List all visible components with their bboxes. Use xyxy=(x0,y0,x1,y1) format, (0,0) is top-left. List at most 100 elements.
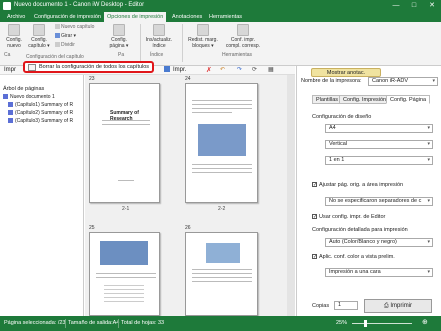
text-line xyxy=(192,273,252,274)
page-thumbnail[interactable] xyxy=(185,83,258,203)
refresh-icon[interactable]: ⟳ xyxy=(252,66,257,73)
minimize-button[interactable]: — xyxy=(387,0,405,12)
grid-icon[interactable]: ▦ xyxy=(268,66,274,73)
redistribuir-button[interactable]: Redist. marg. bloques ▾ xyxy=(186,24,220,49)
tree-item-chapter1[interactable]: (Capítulo1) Summary of R xyxy=(8,102,73,108)
imprimir-button[interactable]: ⎙ Imprimir xyxy=(364,299,432,313)
photo-image xyxy=(206,243,240,263)
tab-anotaciones[interactable]: Anotaciones xyxy=(169,12,205,22)
page-number: 26 xyxy=(185,225,191,231)
clear-chapter-icon xyxy=(28,64,36,71)
zoom-slider[interactable] xyxy=(352,323,412,324)
page-thumbnails-area: 23 Summary of Research 2-1 24 2-2 25 26 xyxy=(85,75,295,316)
printer-select[interactable]: Canon iR-ADV ▾ xyxy=(368,77,438,86)
annotations-toggle[interactable]: Mostrar anotac. xyxy=(311,68,381,77)
page-label: 2-1 xyxy=(122,206,130,212)
tab-herramientas[interactable]: Herramientas xyxy=(206,12,245,22)
rotate-icon xyxy=(55,33,60,39)
printer-label: Nombre de la impresora: xyxy=(301,78,362,84)
ajustar-checkbox[interactable]: ✓ Ajustar pág. orig. a área impresión xyxy=(312,182,403,188)
mostrar-anotac-button[interactable]: Mostrar anotac. xyxy=(311,68,381,77)
conf-impr-button[interactable]: Conf. impr. compl. corresp. xyxy=(224,24,262,49)
page-number: 24 xyxy=(185,76,191,82)
chapter-group-label: Configuración del capítulo xyxy=(26,54,84,60)
print-icon[interactable] xyxy=(164,66,170,72)
checkbox-checked-icon: ✓ xyxy=(312,182,318,189)
zoom-in-icon[interactable]: ⊕ xyxy=(422,318,428,326)
layout-select[interactable]: 1 en 1 ▾ xyxy=(325,156,433,165)
text-line xyxy=(192,112,232,113)
chapter-icon xyxy=(8,118,13,124)
table-image xyxy=(104,285,144,303)
split-icon xyxy=(55,42,60,48)
page-number: 23 xyxy=(89,76,95,82)
tab-plantillas[interactable]: Plantillas xyxy=(312,95,343,104)
page-thumbnail[interactable] xyxy=(89,232,160,316)
ribbon-separator xyxy=(140,24,141,62)
zoom-slider-handle[interactable] xyxy=(364,320,367,327)
status-total-sheets: Total de hojas: 33 xyxy=(121,320,165,326)
config-capitulo-button[interactable]: Config. capítulo ▾ xyxy=(26,24,52,49)
tab-configuracion-impresion[interactable]: Configuración de impresión xyxy=(31,12,104,22)
config-nuevo-icon xyxy=(8,24,20,36)
undo-icon[interactable]: ↶ xyxy=(220,66,225,73)
close-button[interactable]: ✕ xyxy=(423,0,441,12)
config-pagina-button[interactable]: Config. página ▾ xyxy=(104,24,134,49)
tab-config-pagina[interactable]: Config. Página xyxy=(386,95,431,104)
page-thumbnail[interactable] xyxy=(185,232,258,316)
girar-button[interactable]: Girar ▾ xyxy=(55,33,76,39)
usar-config-checkbox[interactable]: ✓ Usar config. impr. de Editor xyxy=(312,214,385,220)
app-icon xyxy=(3,2,11,10)
tooltip-text: Borrar la configuración de todos los cap… xyxy=(39,64,150,70)
aplic-color-checkbox[interactable]: ✓ Aplic. conf. color a vista prelim. xyxy=(312,254,395,260)
page-settings-icon xyxy=(113,24,125,36)
text-line xyxy=(192,168,252,169)
ca-group-label: Ca xyxy=(4,52,11,58)
vertical-scrollbar[interactable] xyxy=(287,75,295,316)
pa-group-label: Pa xyxy=(118,52,125,58)
maximize-button[interactable]: □ xyxy=(405,0,423,12)
impr-button[interactable]: Impr. xyxy=(173,67,186,73)
page-number: 25 xyxy=(89,225,95,231)
chevron-down-icon: ▾ xyxy=(427,198,430,204)
tree-root[interactable]: Nuevo documento 1 xyxy=(3,94,55,100)
dividir-button[interactable]: Dividir xyxy=(55,42,75,48)
text-line xyxy=(102,120,150,121)
design-label: Configuración de diseño xyxy=(312,114,372,120)
redo-icon[interactable]: ↷ xyxy=(237,66,242,73)
impr-label[interactable]: Impr xyxy=(4,67,16,73)
delete-icon[interactable]: ✗ xyxy=(206,66,212,74)
nuevo-capitulo-button[interactable]: Nuevo capítulo xyxy=(55,24,94,30)
sides-select[interactable]: Impresión a una cara ▾ xyxy=(325,268,433,277)
photo-image xyxy=(100,241,148,265)
chapter-settings-icon xyxy=(33,24,45,36)
zoom-level: 25% xyxy=(336,320,348,326)
tree-item-chapter3[interactable]: (Capítulo3) Summary of R xyxy=(8,118,73,124)
config-nuevo-button[interactable]: Config. nuevo xyxy=(3,24,25,49)
nuevo-capitulo-icon xyxy=(55,24,60,30)
chevron-down-icon: ▾ xyxy=(427,269,430,275)
chapter-icon xyxy=(8,102,13,108)
tree-item-chapter2[interactable]: (Capítulo2) Summary of R xyxy=(8,110,73,116)
tab-archivo[interactable]: Archivo xyxy=(4,12,28,22)
insertar-indice-button[interactable]: Ins/actualiz. índice xyxy=(142,24,176,49)
page-tree-pane: Árbol de páginas Nuevo documento 1 (Capí… xyxy=(0,75,84,316)
separadores-select[interactable]: No se especificaron separadores de c ▾ xyxy=(325,197,433,206)
tree-title: Árbol de páginas xyxy=(3,86,45,92)
copies-input[interactable]: 1 xyxy=(334,301,358,310)
status-selected-page: Página seleccionada: /23 xyxy=(4,320,66,326)
text-line xyxy=(118,180,134,181)
paper-size-select[interactable]: A4 ▾ xyxy=(325,124,433,133)
detail-label: Configuración detallada para impresión xyxy=(312,227,408,233)
tab-config-impresion[interactable]: Config. Impresión xyxy=(339,95,391,104)
orientation-select[interactable]: Vertical ▾ xyxy=(325,140,433,149)
page-thumbnail[interactable]: Summary of Research xyxy=(89,83,160,203)
color-select[interactable]: Auto (Color/Blanco y negro) ▾ xyxy=(325,238,433,247)
tab-opciones-impresion[interactable]: Opciones de impresión xyxy=(104,12,167,22)
text-line xyxy=(192,281,252,282)
tooltip-clear-chapters[interactable]: Borrar la configuración de todos los cap… xyxy=(23,61,154,73)
text-line xyxy=(96,273,156,274)
photo-image xyxy=(198,124,246,156)
title-bar: Nuevo documento 1 - Canon iW Desktop - E… xyxy=(0,0,441,12)
chevron-down-icon: ▾ xyxy=(427,157,430,163)
